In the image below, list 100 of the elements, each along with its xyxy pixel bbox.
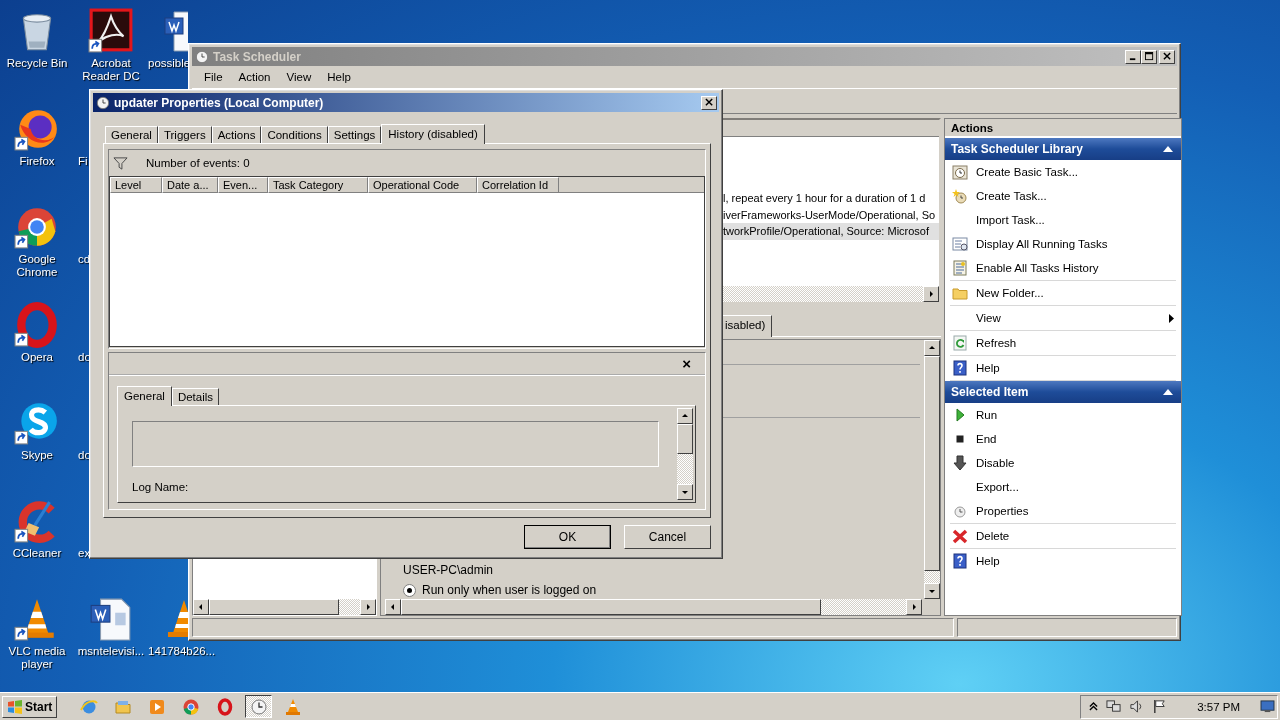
clock[interactable]: 3:57 PM [1197, 700, 1240, 713]
menu-item[interactable]: Help [319, 69, 359, 85]
desktop-icon-label[interactable]: Skype [21, 449, 53, 462]
desktop-icon-label[interactable]: possible [148, 57, 191, 70]
refresh-icon [952, 335, 968, 351]
show-desktop-icon[interactable] [1260, 700, 1275, 713]
scroll-down-button[interactable] [924, 583, 940, 599]
tab[interactable]: Triggers [157, 126, 212, 143]
scroll-down-button[interactable] [677, 484, 693, 500]
desktop-icon-label[interactable]: VLC media player [1, 645, 73, 671]
tab[interactable]: General [105, 126, 158, 143]
tab[interactable]: Conditions [261, 126, 328, 143]
scroll-left-button[interactable] [193, 599, 209, 615]
new-task-icon [952, 188, 968, 204]
cancel-button[interactable]: Cancel [624, 525, 711, 549]
scroll-right-button[interactable] [923, 286, 939, 302]
traffic-cone-icon [283, 697, 302, 716]
column-header[interactable]: Task Category [268, 177, 368, 193]
desktop-icon-label[interactable]: Firefox [19, 155, 55, 168]
desktop-icon-label[interactable]: 141784b26... [148, 645, 216, 658]
tab[interactable]: History (disabled) [381, 124, 485, 144]
close-button[interactable]: × [682, 356, 691, 371]
scroll-thumb[interactable] [924, 356, 940, 571]
desktop-icon-label[interactable]: Recycle Bin [6, 57, 68, 70]
section-title: Task Scheduler Library [951, 142, 1083, 156]
column-header[interactable]: Operational Code [368, 177, 477, 193]
opera-icon [215, 697, 234, 716]
clock-icon [952, 503, 968, 519]
event-count: Number of events: 0 [146, 157, 250, 169]
vertical-scrollbar[interactable] [677, 408, 693, 500]
opera-icon[interactable] [14, 302, 60, 348]
vertical-scrollbar[interactable] [924, 340, 940, 599]
start-button[interactable]: Start [2, 695, 58, 718]
down-arrow-icon [928, 587, 936, 595]
pane-command[interactable]: Export... [950, 475, 1176, 499]
pane-command[interactable]: Display All Running Tasks [950, 232, 1176, 256]
menu-item[interactable]: View [278, 69, 320, 85]
clock-icon [96, 95, 110, 110]
menu-item[interactable]: Action [230, 69, 279, 85]
desktop-icon-label[interactable]: Opera [21, 351, 53, 364]
tab[interactable]: Details [171, 388, 220, 405]
pane-command[interactable]: Import Task... [950, 208, 1176, 232]
pane-command[interactable]: Delete [950, 524, 1176, 548]
pane-command[interactable]: Create Task... [950, 184, 1176, 208]
scroll-track[interactable] [924, 571, 940, 583]
scroll-thumb[interactable] [401, 599, 821, 615]
close-button[interactable] [701, 95, 717, 110]
menu-item[interactable]: File [196, 69, 231, 85]
radio-button[interactable] [403, 583, 416, 597]
left-arrow-icon [389, 603, 397, 611]
scroll-right-button[interactable] [906, 599, 922, 615]
column-header[interactable]: Date a... [162, 177, 218, 193]
pane-command[interactable]: New Folder... [950, 281, 1176, 305]
tab[interactable]: Actions [211, 126, 262, 143]
collapse-arrow-icon[interactable] [1163, 389, 1173, 395]
network-icon[interactable] [1106, 699, 1122, 714]
taskbar-button[interactable] [245, 695, 273, 718]
scroll-thumb[interactable] [209, 599, 339, 615]
filter-icon[interactable] [113, 155, 128, 171]
pane-command[interactable]: Help [950, 356, 1176, 380]
tab[interactable]: Settings [327, 126, 382, 143]
section-header[interactable]: Task Scheduler Library [945, 138, 1181, 160]
column-header[interactable]: Even... [218, 177, 268, 193]
pane-command[interactable]: Help [950, 549, 1176, 573]
pane-command[interactable]: Enable All Tasks History [950, 256, 1176, 280]
clock-icon [195, 49, 209, 64]
pane-command[interactable]: Properties [950, 499, 1176, 523]
desktop-icon-label[interactable]: Acrobat Reader DC [75, 57, 147, 83]
desktop-icon-label[interactable]: msntelevisi... [77, 645, 145, 658]
flag-icon[interactable] [1152, 699, 1168, 714]
pane-command[interactable]: End [950, 427, 1176, 451]
column-header[interactable]: Level [110, 177, 162, 193]
tab[interactable]: General [117, 386, 172, 406]
close-icon [1162, 52, 1172, 61]
clock-icon [249, 697, 268, 716]
scroll-up-button[interactable] [677, 408, 693, 424]
scroll-right-button[interactable] [360, 599, 376, 615]
pane-command[interactable]: Refresh [950, 331, 1176, 355]
acrobat-icon[interactable] [88, 8, 134, 54]
scroll-thumb[interactable] [677, 424, 693, 454]
section-header[interactable]: Selected Item [945, 381, 1181, 403]
delete-icon [952, 528, 968, 544]
pane-command[interactable]: Disable [950, 451, 1176, 475]
column-header[interactable]: Correlation Id [477, 177, 559, 193]
pane-command[interactable]: Create Basic Task... [950, 160, 1176, 184]
pane-command[interactable]: View [950, 306, 1176, 330]
desktop-icon-label[interactable]: Fi [78, 155, 88, 168]
desktop-icon-label[interactable]: CCleaner [12, 547, 62, 560]
scroll-up-button[interactable] [924, 340, 940, 356]
skype-icon[interactable] [14, 400, 60, 446]
collapse-arrow-icon[interactable] [1163, 146, 1173, 152]
pane-command[interactable]: Run [950, 403, 1176, 427]
desktop-icon-label[interactable]: cd [78, 253, 91, 266]
horizontal-scrollbar[interactable] [385, 599, 922, 615]
horizontal-scrollbar[interactable] [193, 599, 376, 615]
desktop-icon-label[interactable]: Google Chrome [1, 253, 73, 279]
scroll-left-button[interactable] [385, 599, 401, 615]
show-hidden-icons-icon[interactable] [1089, 701, 1099, 712]
radio-label[interactable]: Run only when user is logged on [422, 583, 597, 597]
ok-button[interactable]: OK [524, 525, 611, 549]
